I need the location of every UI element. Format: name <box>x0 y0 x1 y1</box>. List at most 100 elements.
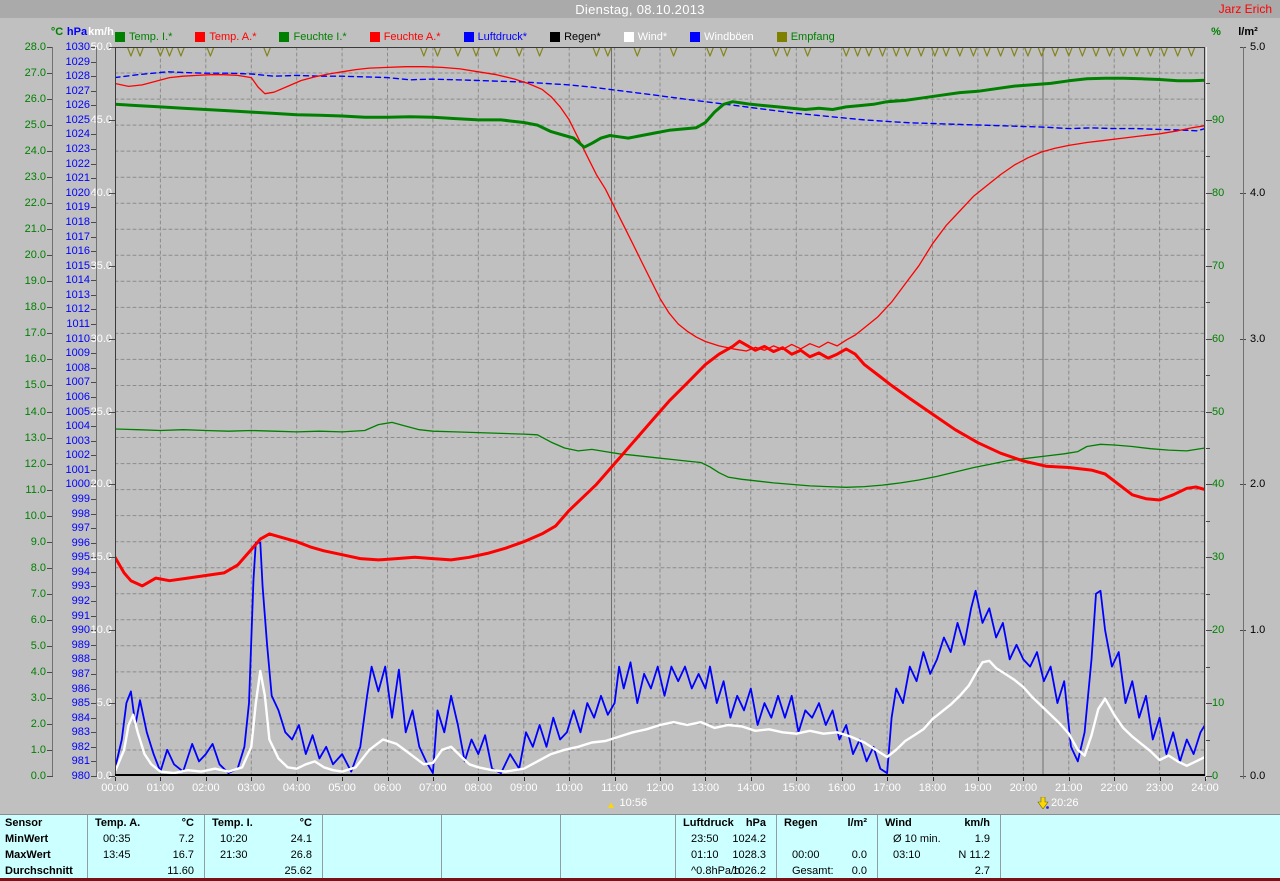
axis-minor-tick-pct <box>1206 520 1210 522</box>
legend-label: Temp. I.* <box>129 31 173 43</box>
axis-label-degC: 6.0 <box>30 613 46 626</box>
x-axis-label: 10:00 <box>555 782 583 794</box>
table-row-label: MaxWert <box>5 849 51 861</box>
legend-color-icon <box>463 32 474 42</box>
axis-label-degC: 14.0 <box>24 405 46 418</box>
axis-label-degC: 22.0 <box>24 197 46 210</box>
axis-header-lm2: l/m² <box>1238 26 1258 38</box>
x-axis-label: 22:00 <box>1100 782 1128 794</box>
table-data-row <box>322 831 441 847</box>
axis-label-kmh: 35.0 <box>90 259 112 272</box>
x-axis-label: 06:00 <box>373 782 402 794</box>
x-axis-tick <box>1114 777 1116 781</box>
x-axis-tick <box>932 777 934 781</box>
axis-label-hPa: 982 <box>71 740 90 753</box>
axis-tick-pct <box>1206 411 1212 413</box>
table-data-row: 2.7 <box>877 863 1000 879</box>
table-group-name: Temp. A. <box>95 817 141 829</box>
axis-label-degC: 15.0 <box>24 379 46 392</box>
axis-label-hPa: 1019 <box>65 201 90 214</box>
table-cell-value: 1026.2 <box>732 865 766 877</box>
table-group-regen: Regen l/m² 00:00 0.0 Gesamt: 0.0 <box>776 815 877 879</box>
axis-label-lm2: 5.0 <box>1250 41 1266 53</box>
axis-label-hPa: 1006 <box>65 390 90 403</box>
axis-label-degC: 18.0 <box>24 301 46 314</box>
axis-label-lm2: 0.0 <box>1250 770 1266 782</box>
x-axis-label: 20:00 <box>1009 782 1038 794</box>
axis-label-hPa: 1018 <box>65 215 90 228</box>
hpa-axis-line <box>96 47 97 776</box>
table-group-luftdruck: Luftdruck hPa 23:50 1024.2 01:10 1028.3 ^0.8hP… <box>675 815 776 879</box>
marker-20:26: 20:26 <box>1037 797 1079 809</box>
table-cell-value: 1028.3 <box>732 849 766 861</box>
legend-item-feuchtei: Feuchte I.* <box>279 31 347 43</box>
axis-label-hPa: 1001 <box>65 463 90 476</box>
axis-label-degC: 26.0 <box>24 93 46 106</box>
axis-label-degC: 5.0 <box>30 639 46 652</box>
series-empfang <box>126 46 1196 57</box>
x-axis-tick <box>342 777 344 781</box>
axis-tick-pct <box>1206 484 1212 486</box>
x-axis-label: 01:00 <box>146 782 175 794</box>
table-group-name: Wind <box>885 817 912 829</box>
table-data-row <box>322 863 441 879</box>
x-axis-label: 03:00 <box>237 782 266 794</box>
table-data-row <box>1000 847 1280 863</box>
legend-item-tempa: Temp. A.* <box>195 31 256 43</box>
axis-label-degC: 7.0 <box>30 587 46 600</box>
x-axis-tick <box>660 777 661 781</box>
table-cell-value: 7.2 <box>178 833 194 845</box>
axis-label-hPa: 1007 <box>65 376 90 389</box>
axis-tick-kmh <box>109 47 115 48</box>
table-group-empty <box>560 815 675 879</box>
table-cell-time: 00:00 <box>792 849 820 861</box>
x-axis-tick <box>478 777 480 781</box>
axis-label-hPa: 983 <box>71 726 90 739</box>
axis-tick-pct <box>1206 630 1212 632</box>
axis-label-hPa: 981 <box>71 755 90 768</box>
axis-minor-tick-pct <box>1206 229 1210 231</box>
table-data-row: 11.60 <box>87 863 204 879</box>
x-axis-label: 02:00 <box>192 782 220 794</box>
table-cell-value: 25.62 <box>284 865 312 877</box>
table-group-unit: °C <box>181 817 194 829</box>
table-group-header <box>1000 815 1280 831</box>
axis-label-hPa: 989 <box>71 638 90 651</box>
axis-tick-kmh <box>109 557 115 559</box>
axis-label-pct: 10 <box>1212 697 1225 710</box>
axis-label-hPa: 1014 <box>65 274 90 287</box>
legend-label: Feuchte A.* <box>383 31 441 43</box>
table-row-label: Durchschnitt <box>5 865 73 877</box>
axis-label-hPa: 996 <box>71 536 90 549</box>
axis-label-hPa: 1013 <box>65 288 90 301</box>
x-axis-label: 13:00 <box>691 782 720 794</box>
legend-item-tempi: Temp. I.* <box>115 31 172 43</box>
x-axis-label: 18:00 <box>918 782 947 794</box>
table-cell-value: 16.7 <box>172 849 194 861</box>
axis-label-pct: 0 <box>1212 770 1219 782</box>
table-data-row: 13:45 16.7 <box>87 847 204 863</box>
legend-item-empfang: Empfang <box>776 31 835 43</box>
table-group-header <box>322 815 441 831</box>
axis-label-degC: 8.0 <box>30 561 46 574</box>
table-group-wind: Wind km/h Ø 10 min. 1.9 03:10 N 11.2 2.7 <box>877 815 1000 879</box>
user-name: Jarz Erich <box>1218 2 1272 16</box>
table-cell-time: Gesamt: <box>792 865 834 877</box>
title-bar: Dienstag, 08.10.2013 Jarz Erich <box>0 0 1280 18</box>
axis-label-degC: 16.0 <box>24 353 46 366</box>
axis-minor-tick-pct <box>1206 447 1210 449</box>
x-axis-tick <box>1023 777 1025 781</box>
x-axis-tick <box>841 777 843 781</box>
table-cell-value: 1024.2 <box>732 833 766 845</box>
x-axis-tick <box>977 777 979 781</box>
table-data-row <box>441 847 560 863</box>
x-axis-tick <box>1205 777 1206 781</box>
x-axis-tick <box>705 777 707 781</box>
table-group-header <box>441 815 560 831</box>
table-group-header: Luftdruck hPa <box>675 815 776 831</box>
legend-color-icon <box>195 32 206 42</box>
axis-label-hPa: 1002 <box>65 449 90 462</box>
axis-label-hPa: 997 <box>71 522 90 535</box>
table-data-row <box>1000 831 1280 847</box>
axis-label-kmh: 20.0 <box>90 478 112 491</box>
